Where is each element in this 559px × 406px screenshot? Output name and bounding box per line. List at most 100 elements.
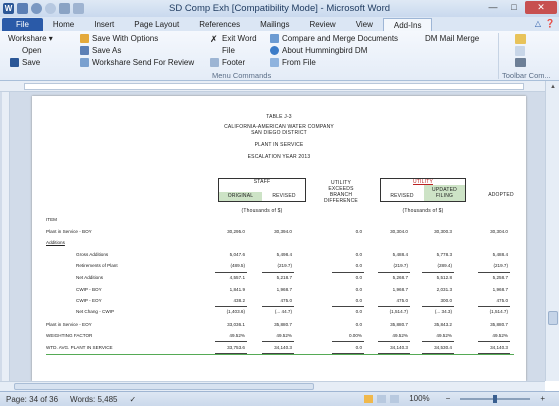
document-page[interactable]: TABLE J-3 CALIFORNIA-AMERICAN WATER COMP… — [32, 96, 526, 381]
table-cell: 0.0 — [355, 298, 362, 303]
word-app-icon[interactable]: W — [3, 3, 14, 14]
minimize-icon[interactable]: — — [483, 1, 503, 14]
row-label: CWIP - EOY — [76, 298, 102, 303]
maximize-icon[interactable]: □ — [504, 1, 524, 14]
toolbar-print-button[interactable] — [515, 58, 526, 67]
tab-page-layout[interactable]: Page Layout — [124, 18, 189, 31]
toolbar-doc-button[interactable] — [515, 46, 525, 56]
save-with-options-label: Save With Options — [92, 34, 159, 43]
table-rule — [478, 272, 510, 273]
view-fullscreen-icon[interactable] — [377, 394, 387, 403]
tab-add-ins[interactable]: Add-Ins — [382, 18, 433, 31]
page-count[interactable]: Page: 34 of 36 — [0, 395, 64, 404]
file-button[interactable]: File — [222, 46, 235, 55]
from-file-button[interactable]: From File — [270, 58, 316, 67]
vertical-ruler[interactable] — [2, 92, 10, 381]
table-cell: (1,403.6) — [226, 309, 245, 314]
table-cell: (1,514.7) — [489, 309, 508, 314]
word-count[interactable]: Words: 5,485 — [64, 395, 123, 404]
vertical-scrollbar[interactable]: ▲ — [545, 81, 559, 381]
table-cell: (219.7) — [393, 263, 408, 268]
workshare-menu[interactable]: Workshare ▾ — [8, 34, 53, 43]
table-cell: 34,530.4 — [434, 345, 452, 350]
table-rule — [378, 341, 410, 342]
zoom-level[interactable]: 100% — [403, 394, 435, 403]
tab-view[interactable]: View — [346, 18, 383, 31]
row-label: Net Chang - CWIP — [76, 309, 115, 314]
proofing-icon[interactable]: ✓ — [123, 395, 142, 404]
tab-review[interactable]: Review — [299, 18, 345, 31]
window-controls: — □ ✕ — [483, 1, 557, 14]
table-rule — [422, 341, 454, 342]
save-with-options-button[interactable]: Save With Options — [80, 34, 158, 43]
table-cell: 49.52% — [392, 333, 408, 338]
table-cell: 5,258.7 — [492, 275, 508, 280]
scroll-thumb[interactable] — [548, 311, 558, 325]
open-button[interactable]: Open — [22, 46, 42, 55]
help-icon[interactable]: ❓ — [545, 19, 555, 28]
table-cell: 0.0 — [355, 287, 362, 292]
tab-mailings[interactable]: Mailings — [250, 18, 299, 31]
table-cell: 0.0 — [355, 229, 362, 234]
print-icon[interactable] — [59, 3, 70, 14]
hscroll-thumb[interactable] — [14, 383, 314, 390]
zoom-control: 100% − + — [364, 394, 551, 403]
table-cell: 49.52% — [492, 333, 508, 338]
table-cell: 0.00% — [348, 333, 362, 338]
horizontal-scrollbar[interactable] — [0, 381, 545, 391]
table-cell: 35,880.7 — [274, 322, 292, 327]
tab-file[interactable]: File — [2, 18, 43, 31]
send-for-review-button[interactable]: Workshare Send For Review — [80, 58, 194, 67]
table-cell: (... 44.7) — [274, 309, 292, 314]
picture-icon — [270, 58, 279, 67]
col-original: ORIGINAL — [219, 192, 262, 201]
footer-button[interactable]: Footer — [210, 58, 245, 67]
table-rule — [262, 341, 294, 342]
col-revised: REVISED — [272, 193, 296, 199]
ribbon-tabs: File Home Insert Page Layout References … — [0, 17, 559, 31]
table-cell: 35,880.7 — [390, 322, 408, 327]
table-cell: 5,268.7 — [392, 275, 408, 280]
escalation-year: ESCALATION YEAR 2013 — [247, 154, 311, 160]
save-icon[interactable] — [17, 3, 28, 14]
close-icon[interactable]: ✕ — [525, 1, 557, 14]
tab-insert[interactable]: Insert — [84, 18, 124, 31]
save-as-button[interactable]: Save As — [80, 46, 121, 55]
table-cell: (289.4) — [437, 263, 452, 268]
table-cell: 33,036.1 — [227, 322, 245, 327]
preview-icon[interactable] — [73, 3, 84, 14]
toolbar-folder-button[interactable] — [515, 34, 526, 44]
zoom-slider[interactable] — [460, 394, 531, 403]
horizontal-ruler[interactable] — [0, 81, 559, 92]
status-bar: Page: 34 of 36 Words: 5,485 ✓ 100% − + — [0, 391, 559, 406]
table-cell: 34,140.3 — [274, 345, 292, 350]
about-button[interactable]: About Hummingbird DM — [270, 46, 367, 55]
zoom-slider-knob[interactable] — [493, 394, 498, 403]
dm-mail-merge-button[interactable]: DM Mail Merge — [425, 34, 479, 43]
exit-word-button[interactable]: ✗ Exit Word — [210, 34, 257, 44]
tab-references[interactable]: References — [189, 18, 250, 31]
undo-icon[interactable] — [31, 3, 42, 14]
row-label: Net Additions — [76, 275, 104, 280]
save-button[interactable]: Save — [10, 58, 40, 67]
view-web-icon[interactable] — [390, 394, 400, 403]
table-rule — [378, 306, 410, 307]
about-label: About Hummingbird DM — [282, 46, 368, 55]
exit-word-label: Exit Word — [222, 34, 257, 43]
quick-access-toolbar: W — [0, 3, 84, 14]
compare-merge-button[interactable]: Compare and Merge Documents — [270, 34, 398, 43]
view-print-layout-icon[interactable] — [364, 394, 374, 403]
collapse-ribbon-icon[interactable]: △ — [535, 19, 541, 28]
open-label: Open — [22, 46, 42, 55]
table-rule — [332, 341, 364, 342]
workshare-label: Workshare ▾ — [8, 34, 53, 43]
printer-icon — [515, 58, 526, 67]
tab-home[interactable]: Home — [43, 18, 84, 31]
zoom-in-icon[interactable]: + — [534, 394, 551, 403]
table-cell: 5,778.3 — [436, 252, 452, 257]
redo-icon[interactable] — [45, 3, 56, 14]
zoom-out-icon[interactable]: − — [440, 394, 457, 403]
scroll-up-icon[interactable]: ▲ — [547, 82, 559, 92]
table-cell: 49.52% — [436, 333, 452, 338]
send-for-review-label: Workshare Send For Review — [92, 58, 195, 67]
